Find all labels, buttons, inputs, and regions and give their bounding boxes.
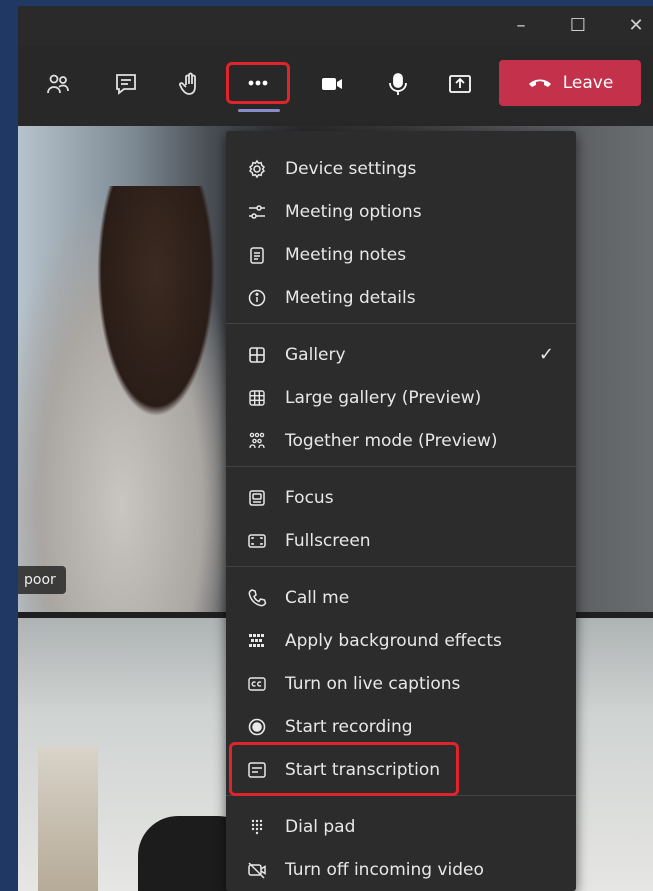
menu-divider: [226, 466, 576, 467]
camera-icon: [322, 78, 342, 90]
menu-item-label: Meeting options: [285, 201, 422, 222]
menu-item-together-mode[interactable]: Together mode (Preview): [226, 419, 576, 462]
menu-item-fullscreen[interactable]: Fullscreen: [226, 519, 576, 562]
meeting-toolbar: Leave: [18, 46, 653, 126]
background-stool: [38, 746, 98, 891]
microphone-button[interactable]: [378, 64, 418, 104]
participant-video: [18, 186, 248, 612]
leave-label: Leave: [562, 73, 614, 93]
menu-item-turn-off-incoming-video[interactable]: Turn off incoming video: [226, 848, 576, 891]
participants-icon: [47, 74, 69, 94]
large-gallery-icon: [247, 388, 267, 408]
more-actions-icon: [248, 80, 268, 86]
phone-icon: [247, 588, 267, 608]
menu-item-focus[interactable]: Focus: [226, 476, 576, 519]
menu-item-label: Call me: [285, 587, 350, 608]
notes-icon: [247, 245, 267, 265]
menu-item-meeting-notes[interactable]: Meeting notes: [226, 233, 576, 276]
menu-item-live-captions[interactable]: Turn on live captions: [226, 662, 576, 705]
close-icon[interactable]: ✕: [619, 10, 653, 42]
captions-icon: [247, 674, 267, 694]
microphone-icon: [389, 73, 407, 95]
menu-item-large-gallery[interactable]: Large gallery (Preview): [226, 376, 576, 419]
menu-item-label: Together mode (Preview): [285, 430, 498, 451]
menu-divider: [226, 566, 576, 567]
sliders-icon: [247, 202, 267, 222]
gallery-icon: [247, 345, 267, 365]
menu-divider: [226, 323, 576, 324]
menu-item-meeting-details[interactable]: Meeting details: [226, 276, 576, 319]
chat-button[interactable]: [106, 64, 146, 104]
menu-item-meeting-options[interactable]: Meeting options: [226, 190, 576, 233]
together-mode-icon: [247, 431, 267, 451]
more-actions-button[interactable]: [226, 62, 290, 104]
menu-item-label: Turn off incoming video: [285, 859, 484, 880]
participant-name-tag: poor: [18, 566, 66, 594]
menu-item-label: Gallery: [285, 344, 346, 365]
dialpad-icon: [247, 817, 267, 837]
raise-hand-icon: [179, 72, 196, 95]
share-button[interactable]: [440, 64, 480, 104]
menu-item-label: Device settings: [285, 158, 417, 179]
raise-hand-button[interactable]: [170, 64, 210, 104]
menu-item-label: Fullscreen: [285, 530, 371, 551]
menu-item-device-settings[interactable]: Device settings: [226, 147, 576, 190]
participants-button[interactable]: [38, 64, 78, 104]
menu-item-label: Focus: [285, 487, 334, 508]
minimize-icon[interactable]: –: [504, 10, 538, 42]
maximize-icon[interactable]: ☐: [561, 10, 595, 42]
video-off-icon: [247, 860, 267, 880]
active-indicator: [238, 109, 280, 112]
menu-item-label: Meeting notes: [285, 244, 407, 265]
background-effects-icon: [247, 631, 267, 651]
leave-button[interactable]: Leave: [499, 60, 641, 106]
gear-icon: [247, 159, 267, 179]
checkmark-icon: ✓: [538, 344, 554, 365]
info-icon: [247, 288, 267, 308]
menu-item-label: Meeting details: [285, 287, 416, 308]
record-icon: [247, 717, 267, 737]
title-bar: – ☐ ✕: [18, 6, 653, 46]
menu-item-call-me[interactable]: Call me: [226, 576, 576, 619]
menu-item-label: Turn on live captions: [285, 673, 461, 694]
chat-icon: [116, 74, 136, 95]
focus-icon: [247, 488, 267, 508]
menu-item-background-effects[interactable]: Apply background effects: [226, 619, 576, 662]
menu-item-label: Apply background effects: [285, 630, 502, 651]
fullscreen-icon: [247, 531, 267, 551]
menu-item-label: Dial pad: [285, 816, 356, 837]
camera-button[interactable]: [312, 64, 352, 104]
start-transcription-highlight: [229, 742, 459, 796]
menu-item-label: Large gallery (Preview): [285, 387, 482, 408]
hang-up-icon: [528, 79, 551, 87]
menu-item-label: Start recording: [285, 716, 413, 737]
menu-item-dial-pad[interactable]: Dial pad: [226, 805, 576, 848]
menu-item-gallery[interactable]: Gallery ✓: [226, 333, 576, 376]
share-icon: [449, 75, 471, 93]
